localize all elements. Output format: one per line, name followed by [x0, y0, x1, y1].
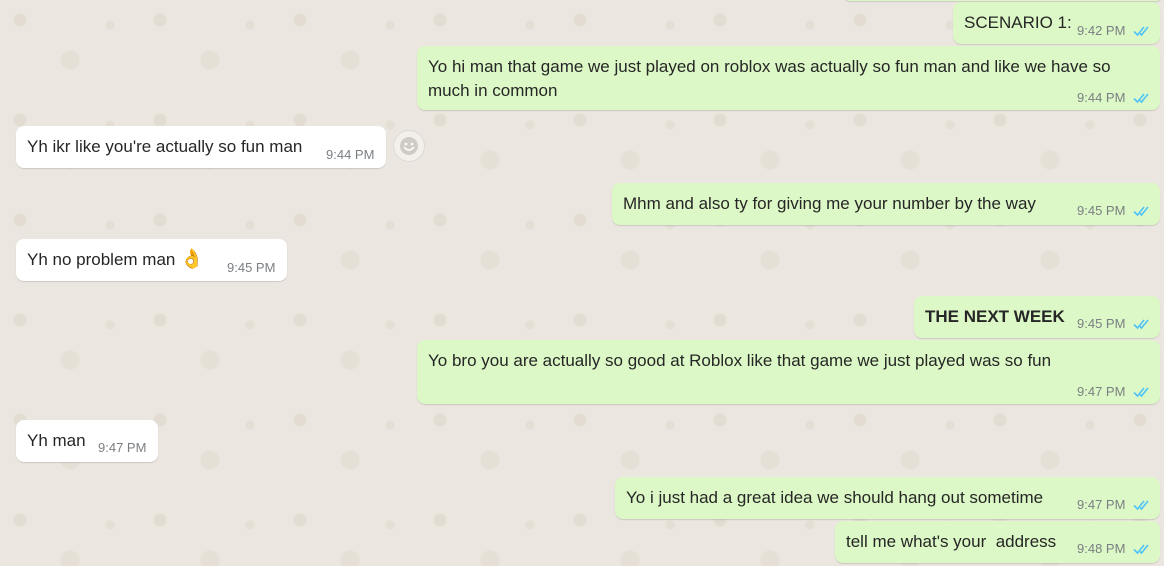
message-text: Yo bro you are actually so good at Roblo…: [428, 351, 1052, 370]
message-text: Yh no problem man 👌: [27, 248, 204, 272]
message-bubble[interactable]: Yh no problem man 👌 9:45 PM: [16, 239, 287, 281]
message-bubble[interactable]: Yo i just had a great idea we should han…: [615, 477, 1160, 519]
message-bubble[interactable]: tell me what's your address 9:48 PM: [835, 521, 1160, 563]
message-text: Yo hi man that game we just played on ro…: [428, 57, 1111, 100]
chat-pane[interactable]: SCENARIO 1: 9:42 PM Yo hi man that game …: [0, 0, 1164, 566]
message-time: 9:44 PM: [1077, 90, 1126, 105]
double-check-icon: [1133, 26, 1149, 37]
double-check-icon: [1133, 387, 1149, 398]
message-time: 9:47 PM: [1077, 384, 1126, 399]
message-bubble[interactable]: THE NEXT WEEK 9:45 PM: [914, 296, 1160, 338]
message-time: 9:47 PM: [1077, 497, 1126, 512]
smiley-icon: [400, 137, 418, 155]
message-bubble[interactable]: SCENARIO 1: 9:42 PM: [953, 2, 1160, 44]
message-text: tell me what's your address: [846, 532, 1057, 551]
reaction-button[interactable]: [394, 131, 424, 161]
message-time: 9:45 PM: [227, 260, 276, 275]
double-check-icon: [1133, 500, 1149, 511]
message-text: Yh ikr like you're actually so fun man: [27, 137, 303, 156]
double-check-icon: [1133, 93, 1149, 104]
message-text: Yo i just had a great idea we should han…: [626, 488, 1044, 507]
message-bubble[interactable]: Yh man 9:47 PM: [16, 420, 158, 462]
message-text: Yh man: [27, 431, 86, 450]
message-bubble-partial: [843, 0, 1163, 1]
double-check-icon: [1133, 319, 1149, 330]
double-check-icon: [1133, 206, 1149, 217]
message-time: 9:42 PM: [1077, 23, 1126, 38]
message-bubble[interactable]: Yh ikr like you're actually so fun man 9…: [16, 126, 386, 168]
message-text-body: Yh no problem man: [27, 250, 176, 269]
message-time: 9:44 PM: [326, 147, 375, 162]
message-bubble[interactable]: Yo hi man that game we just played on ro…: [417, 46, 1160, 110]
message-bubble[interactable]: Yo bro you are actually so good at Roblo…: [417, 340, 1160, 404]
ok-hand-emoji: 👌: [180, 249, 204, 270]
message-text: SCENARIO 1:: [964, 13, 1072, 32]
message-time: 9:45 PM: [1077, 316, 1126, 331]
message-text: Mhm and also ty for giving me your numbe…: [623, 194, 1036, 213]
message-bubble[interactable]: Mhm and also ty for giving me your numbe…: [612, 183, 1160, 225]
double-check-icon: [1133, 544, 1149, 555]
message-text: THE NEXT WEEK: [925, 307, 1065, 326]
message-time: 9:45 PM: [1077, 203, 1126, 218]
message-time: 9:47 PM: [98, 440, 147, 455]
message-time: 9:48 PM: [1077, 541, 1126, 556]
